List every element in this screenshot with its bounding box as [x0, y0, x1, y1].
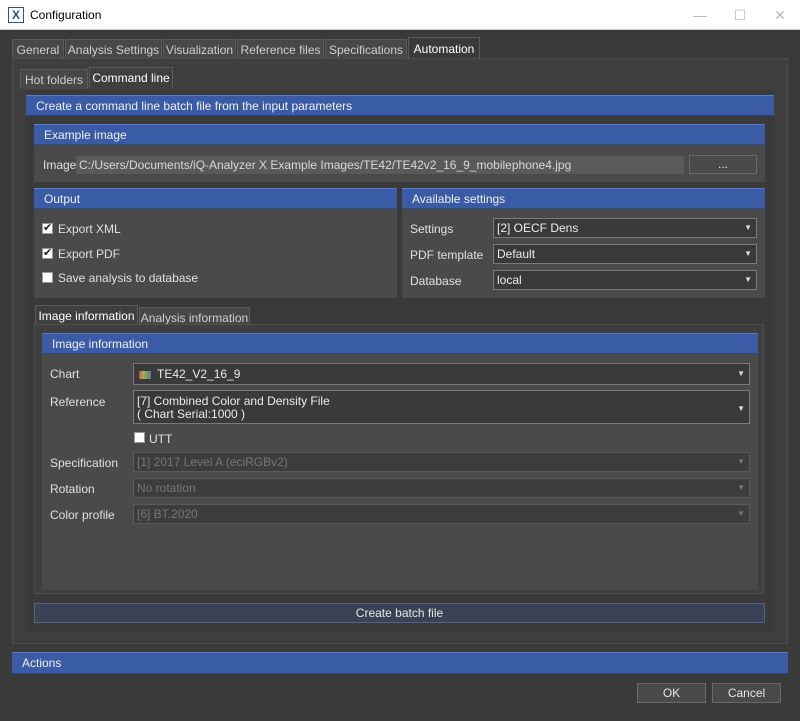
- chevron-down-icon: ▼: [744, 223, 752, 232]
- chevron-down-icon: ▼: [744, 275, 752, 284]
- command-line-header: Create a command line batch file from th…: [26, 95, 774, 116]
- database-select[interactable]: local ▼: [493, 270, 757, 290]
- rotation-select[interactable]: No rotation ▼: [133, 478, 750, 498]
- settings-value: [2] OECF Dens: [497, 221, 579, 235]
- available-settings-title: Available settings: [402, 188, 765, 209]
- utt-checkbox[interactable]: [134, 432, 145, 443]
- database-label: Database: [410, 274, 462, 288]
- tab-hot-folders[interactable]: Hot folders: [20, 69, 88, 89]
- save-db-checkbox[interactable]: [42, 272, 53, 283]
- tab-specifications[interactable]: Specifications: [325, 39, 407, 59]
- color-profile-label: Color profile: [50, 508, 115, 522]
- tab-command-line[interactable]: Command line: [89, 67, 173, 89]
- tab-analysis-settings[interactable]: Analysis Settings: [65, 39, 162, 59]
- maximize-icon[interactable]: ☐: [720, 0, 760, 30]
- image-label: Image: [43, 158, 77, 172]
- image-information-title: Image information: [42, 333, 758, 354]
- specification-value: [1] 2017 Level A (eciRGBv2): [137, 455, 288, 469]
- chart-label: Chart: [50, 367, 80, 381]
- title-bar: X Configuration — ☐ ✕: [0, 0, 800, 30]
- rotation-label: Rotation: [50, 482, 95, 496]
- image-path-field[interactable]: C:/Users/Documents/iQ-Analyzer X Example…: [76, 156, 684, 174]
- export-pdf-checkbox[interactable]: [42, 246, 53, 259]
- chevron-down-icon: ▼: [737, 404, 745, 413]
- minimize-icon[interactable]: —: [680, 0, 720, 30]
- chart-select[interactable]: TE42_V2_16_9 ▼: [133, 363, 750, 385]
- tab-reference-files[interactable]: Reference files: [237, 39, 324, 59]
- reference-value-line2: ( Chart Serial:1000 ): [137, 407, 246, 421]
- database-value: local: [497, 273, 522, 287]
- window-title: Configuration: [30, 8, 102, 22]
- tab-general[interactable]: General: [12, 39, 64, 59]
- reference-select[interactable]: [7] Combined Color and Density File ( Ch…: [133, 390, 750, 424]
- app-icon: X: [8, 7, 24, 23]
- pdf-template-value: Default: [497, 247, 536, 261]
- reference-label: Reference: [50, 395, 106, 409]
- output-title: Output: [34, 188, 397, 209]
- utt-label: UTT: [149, 432, 173, 446]
- pdf-template-select[interactable]: Default ▼: [493, 244, 757, 264]
- browse-button[interactable]: ...: [689, 155, 757, 174]
- chevron-down-icon: ▼: [744, 249, 752, 258]
- specification-label: Specification: [50, 456, 119, 470]
- chart-thumbnail-icon: [139, 370, 151, 379]
- create-batch-file-button[interactable]: Create batch file: [34, 603, 765, 623]
- export-xml-checkbox[interactable]: [42, 221, 53, 234]
- chevron-down-icon: ▼: [737, 509, 745, 518]
- cancel-button[interactable]: Cancel: [712, 683, 781, 703]
- tab-visualization[interactable]: Visualization: [163, 39, 236, 59]
- settings-select[interactable]: [2] OECF Dens ▼: [493, 218, 757, 238]
- chevron-down-icon: ▼: [737, 457, 745, 466]
- actions-title: Actions: [12, 652, 788, 674]
- example-image-title: Example image: [34, 124, 765, 145]
- chevron-down-icon: ▼: [737, 483, 745, 492]
- chart-value: TE42_V2_16_9: [157, 367, 241, 381]
- tab-automation[interactable]: Automation: [408, 37, 480, 59]
- chevron-down-icon: ▼: [737, 369, 745, 378]
- close-icon[interactable]: ✕: [760, 0, 800, 30]
- settings-label: Settings: [410, 222, 454, 236]
- color-profile-value: [6] BT.2020: [137, 507, 198, 521]
- specification-select[interactable]: [1] 2017 Level A (eciRGBv2) ▼: [133, 452, 750, 472]
- save-db-label: Save analysis to database: [58, 271, 199, 285]
- export-pdf-label: Export PDF: [58, 247, 121, 261]
- color-profile-select[interactable]: [6] BT.2020 ▼: [133, 504, 750, 524]
- export-xml-label: Export XML: [58, 222, 121, 236]
- rotation-value: No rotation: [137, 481, 196, 495]
- pdf-template-label: PDF template: [410, 248, 484, 262]
- ok-button[interactable]: OK: [637, 683, 706, 703]
